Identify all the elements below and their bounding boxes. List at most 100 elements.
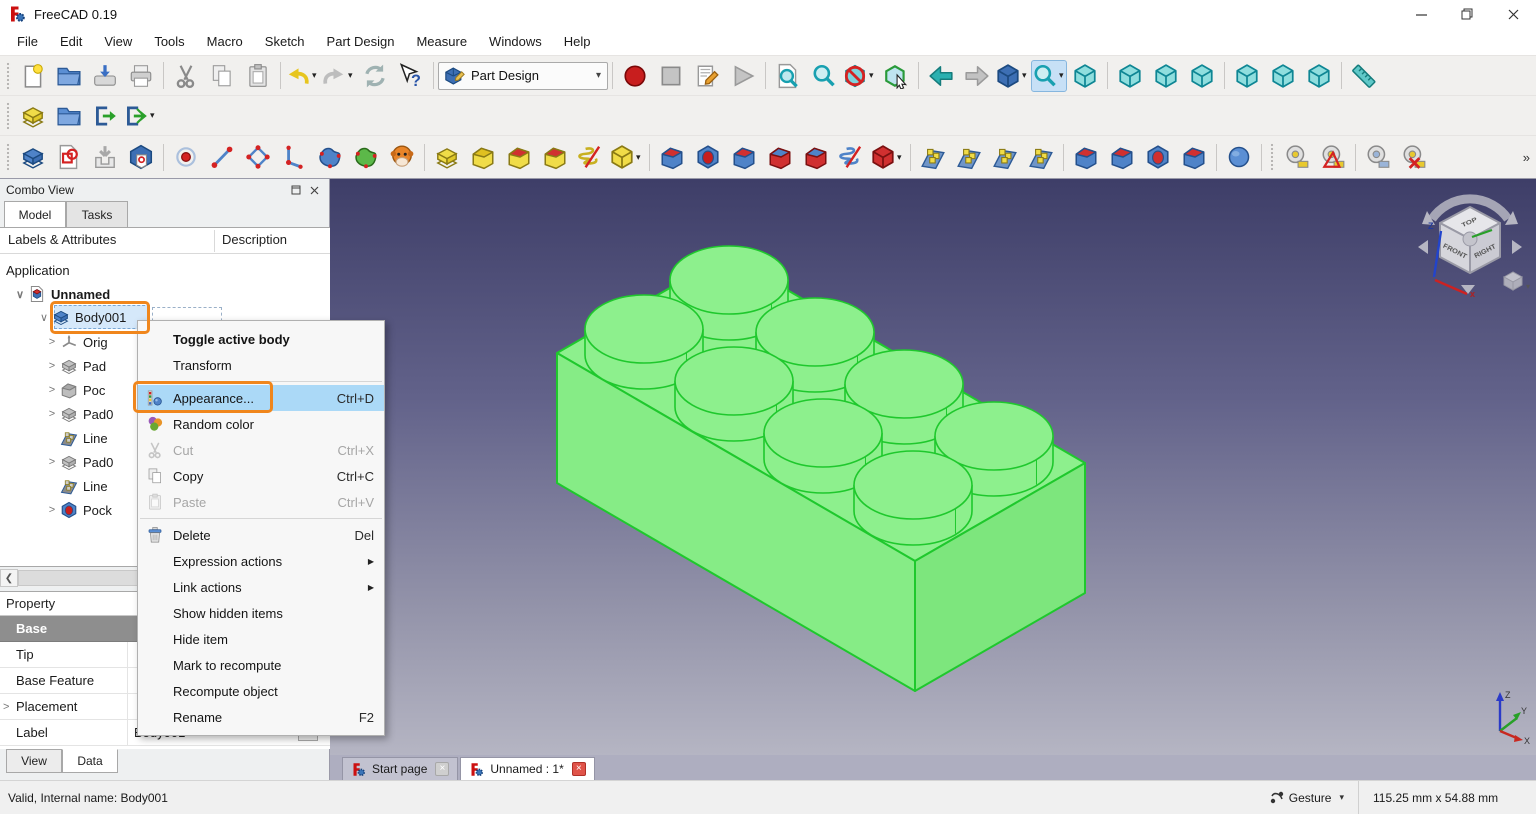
- additive-loft-button[interactable]: [501, 141, 537, 173]
- expander-icon[interactable]: >: [44, 384, 60, 396]
- toolbar-grip[interactable]: [6, 102, 11, 130]
- float-panel-button[interactable]: [287, 182, 305, 198]
- create-body-button[interactable]: [15, 141, 51, 173]
- thickness-button[interactable]: [1176, 141, 1212, 173]
- mirrored-button[interactable]: [915, 141, 951, 173]
- save-document-button[interactable]: [87, 60, 123, 92]
- groove-button[interactable]: [726, 141, 762, 173]
- draw-style-button[interactable]: ▾: [1031, 60, 1067, 92]
- create-sketch-button[interactable]: [51, 141, 87, 173]
- menu-edit[interactable]: Edit: [49, 30, 93, 53]
- refresh-button[interactable]: [357, 60, 393, 92]
- menu-item-cut[interactable]: CutCtrl+X: [138, 437, 384, 463]
- cut-button[interactable]: [168, 60, 204, 92]
- menu-item-paste[interactable]: PasteCtrl+V: [138, 489, 384, 515]
- linear-pattern-button[interactable]: [951, 141, 987, 173]
- print-button[interactable]: [123, 60, 159, 92]
- view-left-button[interactable]: [1301, 60, 1337, 92]
- navcube-menu-button[interactable]: ▾: [1504, 272, 1530, 291]
- menu-item-recompute-object[interactable]: Recompute object: [138, 678, 384, 704]
- local-coordinate-system-button[interactable]: [276, 141, 312, 173]
- open-document-button[interactable]: [51, 60, 87, 92]
- menu-view[interactable]: View: [93, 30, 143, 53]
- close-button[interactable]: [1490, 0, 1536, 28]
- view-bottom-button[interactable]: [1265, 60, 1301, 92]
- view-isometric-button[interactable]: ▾: [995, 60, 1031, 92]
- menu-item-expression-actions[interactable]: Expression actions▶: [138, 548, 384, 574]
- zoom-box-button[interactable]: [806, 60, 842, 92]
- view-front-button[interactable]: [1112, 60, 1148, 92]
- tab-data[interactable]: Data: [62, 749, 118, 773]
- additive-pipe-button[interactable]: [537, 141, 573, 173]
- additive-helix-button[interactable]: [573, 141, 609, 173]
- close-tab-icon[interactable]: ×: [572, 762, 586, 776]
- menu-item-rename[interactable]: RenameF2: [138, 704, 384, 730]
- menu-help[interactable]: Help: [553, 30, 602, 53]
- expander-icon[interactable]: >: [3, 701, 9, 713]
- datum-plane-button[interactable]: [240, 141, 276, 173]
- navigation-cube[interactable]: TOP FRONT RIGHT Z x ▾: [1408, 185, 1532, 297]
- datum-line-button[interactable]: [204, 141, 240, 173]
- toolbar-grip[interactable]: [1270, 143, 1275, 171]
- menu-item-copy[interactable]: CopyCtrl+C: [138, 463, 384, 489]
- measure-distance-button[interactable]: [1346, 60, 1382, 92]
- menu-item-appearance[interactable]: Appearance...Ctrl+D: [138, 385, 384, 411]
- box-selection-button[interactable]: [878, 60, 914, 92]
- minimize-button[interactable]: [1398, 0, 1444, 28]
- subtractive-loft-button[interactable]: [762, 141, 798, 173]
- fillet-button[interactable]: [1068, 141, 1104, 173]
- restore-button[interactable]: [1444, 0, 1490, 28]
- mdi-tab-unnamed-1[interactable]: Unnamed : 1*×: [460, 757, 594, 780]
- menu-measure[interactable]: Measure: [405, 30, 478, 53]
- clipping-plane-button[interactable]: ▾: [842, 60, 878, 92]
- menu-part-design[interactable]: Part Design: [316, 30, 406, 53]
- measure-linear-button[interactable]: [1279, 141, 1315, 173]
- map-sketch-to-face-button[interactable]: [123, 141, 159, 173]
- nav-forward-button[interactable]: [959, 60, 995, 92]
- edit-sketch-button[interactable]: [87, 141, 123, 173]
- measure-clear-button[interactable]: [1396, 141, 1432, 173]
- toolbar-overflow[interactable]: »: [1523, 150, 1530, 165]
- menu-item-show-hidden-items[interactable]: Show hidden items: [138, 600, 384, 626]
- multi-trans-button[interactable]: [1023, 141, 1059, 173]
- expander-icon[interactable]: >: [44, 504, 60, 516]
- close-panel-button[interactable]: [305, 182, 323, 198]
- view-top-button[interactable]: [1148, 60, 1184, 92]
- tab-view[interactable]: View: [6, 749, 62, 773]
- create-group-button[interactable]: [51, 100, 87, 132]
- menu-item-delete[interactable]: DeleteDel: [138, 522, 384, 548]
- tree-item-application[interactable]: Application: [0, 258, 330, 282]
- additive-primitive-button[interactable]: ▾: [609, 141, 645, 173]
- make-sub-link-button[interactable]: ▾: [123, 100, 159, 132]
- subtractive-pipe-button[interactable]: [798, 141, 834, 173]
- macro-record-button[interactable]: [617, 60, 653, 92]
- 3d-viewport[interactable]: TOP FRONT RIGHT Z x ▾ Z Y X: [330, 178, 1536, 755]
- menu-item-hide-item[interactable]: Hide item: [138, 626, 384, 652]
- navigation-style-selector[interactable]: Gesture ▾: [1259, 781, 1358, 814]
- clone-button[interactable]: [384, 141, 420, 173]
- macro-edit-button[interactable]: [689, 60, 725, 92]
- datum-point-button[interactable]: [168, 141, 204, 173]
- macro-play-button[interactable]: [725, 60, 761, 92]
- menu-item-link-actions[interactable]: Link actions▶: [138, 574, 384, 600]
- macro-stop-button[interactable]: [653, 60, 689, 92]
- expander-icon[interactable]: ∨: [36, 311, 52, 324]
- menu-file[interactable]: File: [6, 30, 49, 53]
- revolution-button[interactable]: [465, 141, 501, 173]
- redo-button[interactable]: ▾: [321, 60, 357, 92]
- copy-button[interactable]: [204, 60, 240, 92]
- menu-windows[interactable]: Windows: [478, 30, 553, 53]
- view-right-button[interactable]: [1184, 60, 1220, 92]
- fit-all-button[interactable]: [770, 60, 806, 92]
- expander-icon[interactable]: >: [44, 336, 60, 348]
- pan-left-arrow-icon[interactable]: [1418, 240, 1428, 254]
- expander-icon[interactable]: >: [44, 408, 60, 420]
- tree-item-unnamed-document[interactable]: ∨ Unnamed: [0, 282, 330, 306]
- workbench-selector[interactable]: Part Design▾: [438, 62, 608, 90]
- menu-tools[interactable]: Tools: [143, 30, 195, 53]
- menu-item-random-color[interactable]: Random color: [138, 411, 384, 437]
- scroll-left-button[interactable]: ❮: [0, 569, 18, 587]
- pad-button[interactable]: [429, 141, 465, 173]
- pocket-button[interactable]: [654, 141, 690, 173]
- expander-icon[interactable]: ∨: [12, 288, 28, 301]
